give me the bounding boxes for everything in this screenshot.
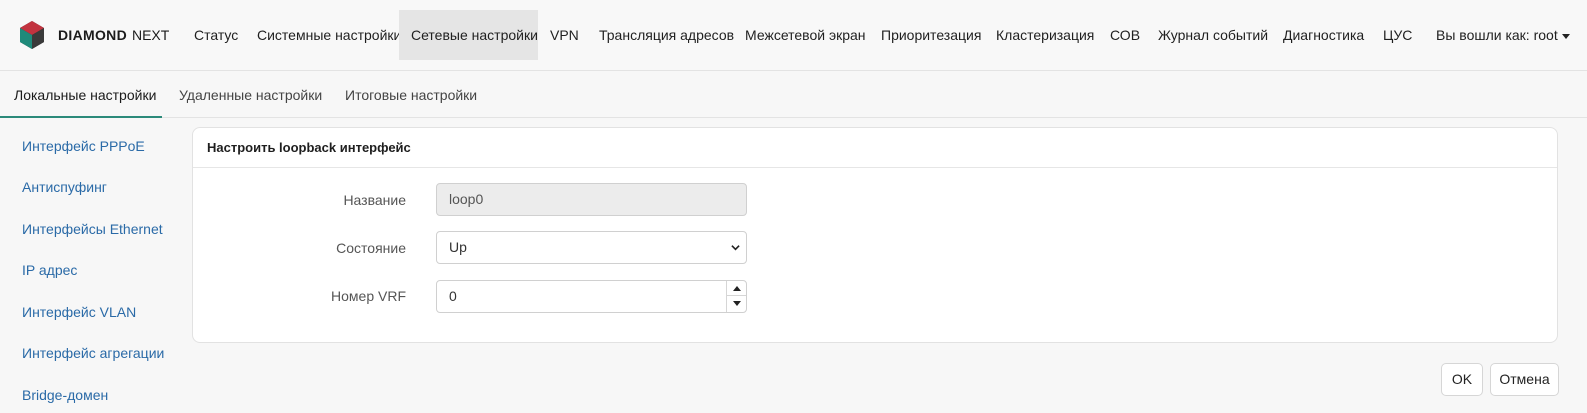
- decrement-button[interactable]: [727, 296, 746, 311]
- arrow-up-icon: [732, 285, 741, 291]
- sidebar-item-aggregation[interactable]: Интерфейс агрегации: [22, 345, 164, 361]
- diamond-logo-icon: [20, 21, 44, 49]
- tab-summary-settings[interactable]: Итоговые настройки: [345, 72, 477, 118]
- nav-item-ids[interactable]: СОВ: [1110, 10, 1140, 60]
- sidebar-item-vlan[interactable]: Интерфейс VLAN: [22, 304, 136, 320]
- top-navbar: DIAMOND NEXT Статус Системные настройки …: [0, 0, 1587, 71]
- tab-remote-settings[interactable]: Удаленные настройки: [179, 72, 322, 118]
- state-label: Состояние: [336, 240, 406, 256]
- state-select[interactable]: Up: [436, 231, 747, 264]
- sidebar: Интерфейс PPPoE Антиспуфинг Интерфейсы E…: [0, 118, 180, 413]
- nav-item-firewall[interactable]: Межсетевой экран: [745, 10, 866, 60]
- sidebar-item-ethernet[interactable]: Интерфейсы Ethernet: [22, 221, 163, 237]
- sidebar-item-antispoofing[interactable]: Антиспуфинг: [22, 179, 107, 195]
- name-field[interactable]: loop0: [436, 183, 747, 216]
- sidebar-item-ip-address[interactable]: IP адрес: [22, 262, 77, 278]
- chevron-down-icon: [731, 245, 740, 251]
- vrf-number-value: 0: [449, 288, 457, 304]
- brand-edition: NEXT: [131, 27, 170, 43]
- increment-button[interactable]: [727, 281, 746, 296]
- arrow-down-icon: [732, 301, 741, 306]
- loopback-config-panel: Настроить loopback интерфейс Название lo…: [192, 127, 1558, 343]
- nav-item-system-settings[interactable]: Системные настройки: [257, 10, 401, 60]
- chevron-down-icon: [1561, 33, 1570, 39]
- nav-item-clustering[interactable]: Кластеризация: [996, 10, 1094, 60]
- vrf-spinner: [726, 281, 746, 312]
- user-menu-label: Вы вошли как: root: [1436, 27, 1558, 43]
- user-menu[interactable]: Вы вошли как: root: [1436, 10, 1570, 60]
- brand[interactable]: DIAMOND NEXT: [18, 20, 169, 50]
- name-label: Название: [343, 192, 406, 208]
- nav-item-diagnostics[interactable]: Диагностика: [1283, 10, 1364, 60]
- panel-title: Настроить loopback интерфейс: [193, 128, 1557, 168]
- state-select-value: Up: [449, 239, 467, 255]
- nav-item-event-log[interactable]: Журнал событий: [1158, 10, 1268, 60]
- nav-item-vpn[interactable]: VPN: [550, 10, 579, 60]
- nav-item-status[interactable]: Статус: [194, 10, 238, 60]
- sidebar-item-pppoe[interactable]: Интерфейс PPPoE: [22, 138, 145, 154]
- cancel-button[interactable]: Отмена: [1490, 363, 1559, 396]
- tab-local-settings[interactable]: Локальные настройки: [0, 72, 162, 118]
- nav-item-cus[interactable]: ЦУС: [1383, 10, 1412, 60]
- nav-item-prioritization[interactable]: Приоритезация: [881, 10, 981, 60]
- brand-name: DIAMOND: [58, 27, 127, 43]
- vrf-number-input[interactable]: 0: [436, 280, 747, 313]
- sidebar-item-bridge-domain[interactable]: Bridge-домен: [22, 387, 108, 403]
- ok-button[interactable]: OK: [1441, 363, 1483, 396]
- nav-item-nat[interactable]: Трансляция адресов: [599, 10, 734, 60]
- vrf-label: Номер VRF: [331, 288, 406, 304]
- nav-item-network-settings[interactable]: Сетевые настройки: [399, 10, 538, 60]
- subtabs: Локальные настройки Удаленные настройки …: [0, 72, 1587, 118]
